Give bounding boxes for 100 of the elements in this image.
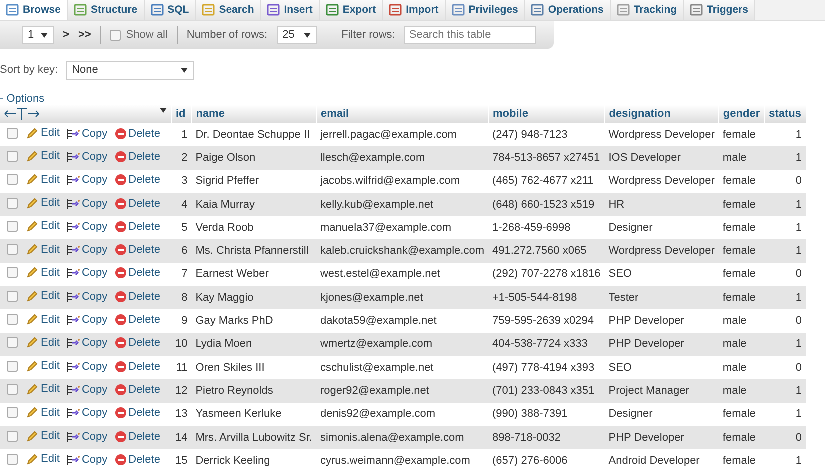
copy-link[interactable]: Copy (66, 174, 108, 186)
copy-link[interactable]: Copy (66, 430, 108, 442)
tab[interactable]: Export (320, 0, 384, 20)
row-checkbox[interactable] (7, 337, 18, 348)
copy-link[interactable]: Copy (66, 128, 108, 140)
copy-link[interactable]: Copy (66, 220, 108, 233)
column-header[interactable]: status (764, 105, 806, 123)
show-all-checkbox[interactable] (110, 30, 122, 40)
table-row[interactable]: Edit Copy Delete 8 Kay Maggio kjones@example.net +1-505-544-8198 Tester female 1 (0, 286, 806, 310)
table-row[interactable]: Edit Copy Delete 3 Sigrid Pfeffer jacobs.wilfrid@example.com (465) 762-4677 x211 Wordpress Developer female 0 (0, 170, 806, 193)
edit-link[interactable]: Edit (26, 173, 60, 186)
delete-link[interactable]: Delete (114, 174, 160, 186)
copy-link[interactable]: Copy (66, 407, 108, 420)
column-header[interactable]: gender (718, 105, 765, 123)
row-checkbox[interactable] (7, 290, 18, 302)
delete-link[interactable]: Delete (114, 314, 160, 326)
row-checkbox[interactable] (7, 430, 18, 442)
row-checkbox[interactable] (7, 198, 18, 209)
copy-link[interactable]: Copy (66, 454, 108, 466)
delete-link[interactable]: Delete (114, 360, 160, 373)
row-checkbox[interactable] (7, 314, 18, 326)
column-header[interactable]: email (316, 105, 488, 123)
copy-link[interactable]: Copy (66, 267, 108, 280)
tab[interactable]: Triggers (684, 0, 756, 20)
row-checkbox[interactable] (7, 244, 18, 256)
filter-field[interactable]: Search this table (404, 26, 536, 44)
row-checkbox[interactable] (7, 384, 18, 395)
next-page-link[interactable]: > (63, 29, 70, 41)
row-checkbox[interactable] (7, 360, 18, 372)
copy-link[interactable]: Copy (66, 244, 108, 256)
edit-link[interactable]: Edit (26, 126, 60, 140)
edit-link[interactable]: Edit (26, 243, 60, 256)
table-row[interactable]: Edit Copy Delete 11 Oren Skiles III cschulist@example.net (497) 778-4194 x393 SEO male 0 (0, 356, 806, 380)
column-header[interactable]: name (192, 105, 316, 123)
delete-link[interactable]: Delete (114, 384, 160, 396)
edit-link[interactable]: Edit (26, 196, 60, 210)
row-checkbox[interactable] (7, 267, 18, 278)
copy-link[interactable]: Copy (66, 314, 108, 326)
row-checkbox[interactable] (7, 220, 18, 232)
table-row[interactable]: Edit Copy Delete 5 Verda Roob manuela37@example.com 1-268-459-6998 Designer female 1 (0, 216, 806, 240)
column-header[interactable]: id (171, 105, 192, 123)
table-cell: 0 (764, 262, 806, 286)
table-row[interactable]: Edit Copy Delete 13 Yasmeen Kerluke denis92@example.com (990) 388-7391 Designer female 1 (0, 402, 806, 426)
tab[interactable]: SQL (144, 0, 196, 20)
column-header[interactable]: mobile (488, 105, 605, 123)
delete-link[interactable]: Delete (114, 150, 160, 163)
edit-link[interactable]: Edit (26, 452, 60, 466)
tab[interactable]: Operations (525, 0, 611, 20)
delete-link[interactable]: Delete (114, 244, 160, 256)
delete-link[interactable]: Delete (114, 267, 160, 280)
sort-select[interactable]: None (66, 60, 194, 80)
pencil-icon (26, 173, 39, 186)
edit-link[interactable]: Edit (26, 406, 60, 420)
tab[interactable]: Browse (0, 0, 68, 20)
delete-link[interactable]: Delete (114, 128, 160, 140)
table-row[interactable]: Edit Copy Delete 15 Derrick Keeling cyrus.weimann@example.com (657) 276-6006 Android Developer female 1 (0, 449, 806, 466)
delete-link[interactable]: Delete (114, 198, 160, 210)
edit-link[interactable]: Edit (26, 150, 60, 163)
delete-link[interactable]: Delete (114, 454, 160, 466)
edit-link[interactable]: Edit (26, 290, 60, 303)
last-page-link[interactable]: >> (78, 29, 92, 41)
copy-link[interactable]: Copy (66, 290, 108, 303)
table-row[interactable]: Edit Copy Delete 10 Lydia Moen wmertz@example.com 404-538-7724 x333 PHP Developer male 1 (0, 332, 806, 356)
row-checkbox[interactable] (7, 128, 18, 139)
tab[interactable]: Structure (68, 0, 145, 20)
table-row[interactable]: Edit Copy Delete 1 Dr. Deontae Schuppe II jerrell.pagac@example.com (247) 948-7123 Wordpress Developer female 1 (0, 123, 806, 146)
edit-link[interactable]: Edit (26, 220, 60, 233)
tab[interactable]: Tracking (610, 0, 684, 20)
tab[interactable]: Search (196, 0, 262, 20)
table-row[interactable]: Edit Copy Delete 7 Earnest Weber west.estel@example.net (292) 707-2278 x1816 SEO female 0 (0, 262, 806, 286)
edit-link[interactable]: Edit (26, 336, 60, 350)
edit-link[interactable]: Edit (26, 266, 60, 280)
rows-select[interactable]: 25 (276, 26, 317, 44)
options-link[interactable]: - Options (0, 93, 825, 105)
row-checkbox[interactable] (7, 407, 18, 418)
column-header[interactable]: designation (604, 105, 719, 123)
copy-link[interactable]: Copy (66, 198, 108, 210)
tab[interactable]: Insert (261, 0, 320, 20)
delete-link[interactable]: Delete (114, 290, 160, 303)
table-cell: jacobs.wilfrid@example.com (316, 170, 488, 193)
edit-link[interactable]: Edit (26, 430, 60, 442)
row-checkbox[interactable] (7, 174, 18, 186)
edit-link[interactable]: Edit (26, 313, 60, 326)
row-checkbox[interactable] (7, 454, 18, 465)
edit-link[interactable]: Edit (26, 382, 60, 396)
edit-link[interactable]: Edit (26, 360, 60, 373)
copy-link[interactable]: Copy (66, 150, 108, 163)
delete-link[interactable]: Delete (114, 220, 160, 233)
table-row[interactable]: Edit Copy Delete 12 Pietro Reynolds roger92@example.net (701) 233-0843 x351 Project Manager male 1 (0, 379, 806, 403)
tab[interactable]: Import (383, 0, 446, 20)
page-select[interactable]: 1 (22, 26, 54, 44)
copy-link[interactable]: Copy (66, 360, 108, 373)
copy-link[interactable]: Copy (66, 384, 108, 396)
delete-link[interactable]: Delete (114, 430, 160, 442)
copy-link[interactable]: Copy (66, 337, 108, 350)
tab[interactable]: Privileges (446, 0, 526, 20)
delete-link[interactable]: Delete (114, 407, 160, 420)
delete-link[interactable]: Delete (114, 337, 160, 350)
row-checkbox[interactable] (7, 150, 18, 162)
table-row[interactable]: Edit Copy Delete 14 Mrs. Arvilla Lubowitz Sr. simonis.alena@example.com 898-718-0032 PHP Developer female 0 (0, 426, 806, 450)
